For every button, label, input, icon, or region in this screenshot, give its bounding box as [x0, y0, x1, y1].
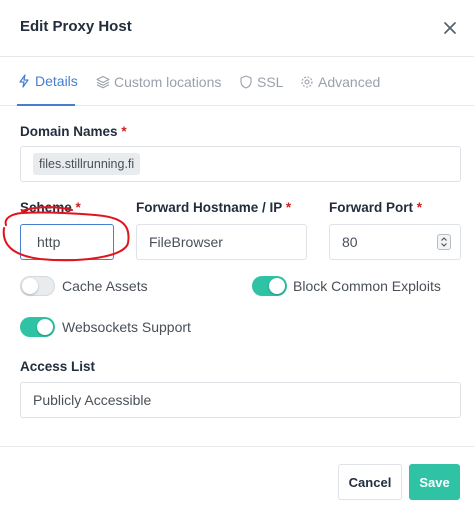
gear-icon — [300, 75, 314, 89]
toggle-knob — [269, 278, 285, 294]
forward-hostname-label: Forward Hostname / IP * — [136, 200, 292, 215]
toggle-knob — [22, 278, 38, 294]
access-list-select[interactable]: Publicly Accessible — [20, 382, 461, 418]
tab-details[interactable]: Details — [17, 57, 78, 106]
scheme-label: Scheme * — [20, 200, 81, 215]
block-exploits-label: Block Common Exploits — [293, 278, 441, 294]
domain-names-input[interactable]: files.stillrunning.fi — [20, 146, 461, 182]
tab-bar: Details Custom locations SSL Advanced — [0, 57, 474, 106]
modal-title: Edit Proxy Host — [20, 18, 132, 35]
forward-hostname-value: FileBrowser — [149, 234, 223, 250]
domain-names-label: Domain Names * — [20, 124, 127, 139]
edit-proxy-host-modal: Edit Proxy Host Details Custom locations… — [0, 0, 474, 515]
layers-icon — [96, 75, 110, 89]
close-icon[interactable] — [438, 16, 462, 40]
modal-header: Edit Proxy Host — [0, 0, 474, 57]
tab-custom-locations[interactable]: Custom locations — [96, 57, 221, 106]
access-list-label: Access List — [20, 359, 96, 374]
tab-ssl-label: SSL — [257, 73, 284, 90]
forward-port-input[interactable]: 80 — [329, 224, 461, 260]
cache-assets-toggle[interactable] — [20, 276, 55, 296]
tab-advanced-label: Advanced — [318, 73, 381, 90]
access-list-value: Publicly Accessible — [33, 392, 152, 408]
cancel-button[interactable]: Cancel — [338, 464, 402, 500]
scheme-input[interactable]: http — [20, 224, 114, 260]
port-spinner-icon[interactable] — [437, 234, 451, 250]
websockets-label: Websockets Support — [62, 319, 191, 335]
websockets-toggle[interactable] — [20, 317, 55, 337]
forward-port-value: 80 — [342, 234, 358, 250]
toggle-knob — [37, 319, 53, 335]
save-button[interactable]: Save — [409, 464, 460, 500]
tab-advanced[interactable]: Advanced — [300, 57, 380, 106]
forward-hostname-input[interactable]: FileBrowser — [136, 224, 307, 260]
tab-ssl[interactable]: SSL — [239, 57, 283, 106]
shield-icon — [239, 74, 253, 89]
domain-chip[interactable]: files.stillrunning.fi — [33, 153, 141, 175]
forward-port-label: Forward Port * — [329, 200, 423, 215]
block-exploits-toggle[interactable] — [252, 276, 287, 296]
modal-footer: Cancel Save — [0, 446, 474, 515]
tab-custom-locations-label: Custom locations — [114, 73, 222, 90]
bolt-icon — [17, 73, 31, 88]
tab-details-label: Details — [35, 72, 78, 89]
scheme-value: http — [37, 234, 61, 250]
cache-assets-label: Cache Assets — [62, 278, 148, 294]
